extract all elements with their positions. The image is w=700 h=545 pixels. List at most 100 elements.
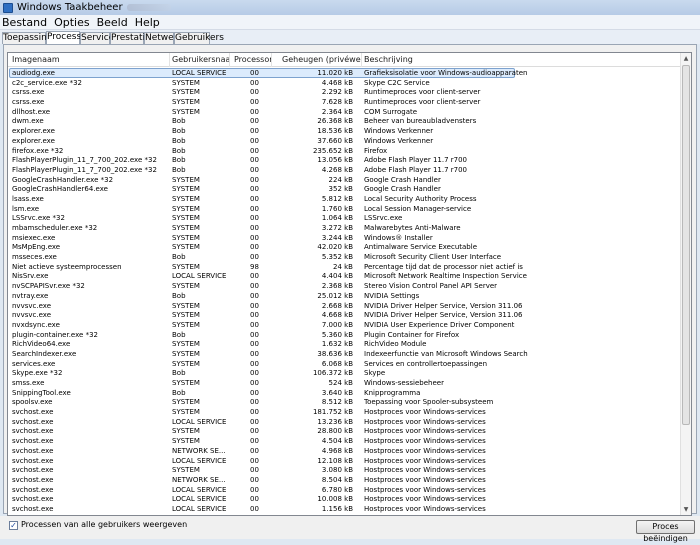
- process-list[interactable]: Imagenaam Gebruikersnaam Processor Geheu…: [7, 52, 692, 516]
- memory-value-cell: 4.668 kB: [321, 311, 353, 320]
- image-name-cell: plugin-container.exe *32: [12, 330, 98, 339]
- scroll-up-icon[interactable]: ▲: [681, 53, 691, 64]
- process-row[interactable]: svchost.exe LOCAL SERVICE 00 6.780 kB Hostpr…: [8, 485, 682, 495]
- column-processor[interactable]: Processor: [230, 53, 272, 67]
- image-name-cell: MsMpEng.exe: [12, 243, 61, 252]
- process-row[interactable]: nvSCPAPISvr.exe *32 SYSTEM 00 2.368 kB Stere…: [8, 281, 682, 291]
- process-row[interactable]: svchost.exe SYSTEM 00 181.752 kB Hostproces …: [8, 407, 682, 417]
- memory-value-cell: 224 kB: [328, 175, 353, 184]
- process-row[interactable]: svchost.exe SYSTEM 00 28.800 kB Hostproces v…: [8, 426, 682, 436]
- user-name-cell: SYSTEM: [172, 379, 200, 387]
- show-all-processes-checkbox[interactable]: ✓: [9, 521, 18, 530]
- process-row[interactable]: SnippingTool.exe Bob 00 3.640 kB Knipprogram…: [8, 388, 682, 398]
- process-row[interactable]: FlashPlayerPlugin_11_7_700_202.exe *32 Bo…: [8, 155, 682, 165]
- memory-value-cell: 4.968 kB: [321, 446, 353, 455]
- process-row[interactable]: FlashPlayerPlugin_11_7_700_202.exe *32 Bo…: [8, 165, 682, 175]
- process-row[interactable]: dllhost.exe SYSTEM 00 2.364 kB COM Surrogate: [8, 107, 682, 117]
- cpu-value-cell: 00: [250, 427, 259, 436]
- process-row[interactable]: nvtray.exe Bob 00 25.012 kB NVIDIA Settings: [8, 291, 682, 301]
- image-name-cell: SearchIndexer.exe: [12, 349, 77, 358]
- scroll-down-icon[interactable]: ▼: [681, 504, 691, 515]
- show-all-processes-label[interactable]: Processen van alle gebruikers weergeven: [21, 520, 187, 529]
- column-gebruikersnaam[interactable]: Gebruikersnaam: [170, 53, 230, 67]
- cpu-value-cell: 00: [250, 359, 259, 368]
- image-name-cell: LSSrvc.exe *32: [12, 214, 65, 223]
- column-beschrijving[interactable]: Beschrijving: [362, 53, 682, 67]
- process-row[interactable]: svchost.exe SYSTEM 00 3.080 kB Hostproces vo…: [8, 465, 682, 475]
- process-row[interactable]: lsm.exe SYSTEM 00 1.760 kB Local Session Man…: [8, 204, 682, 214]
- process-row[interactable]: explorer.exe Bob 00 18.536 kB Windows Verken…: [8, 126, 682, 136]
- menu-beeld[interactable]: Beeld: [95, 16, 133, 29]
- image-name-cell: firefox.exe *32: [12, 146, 64, 155]
- column-imagenaam[interactable]: Imagenaam: [8, 53, 170, 67]
- process-row[interactable]: c2c_service.exe *32 SYSTEM 00 4.468 kB Skype…: [8, 78, 682, 88]
- process-row[interactable]: svchost.exe NETWORK SE... 00 8.504 kB Hostpr…: [8, 475, 682, 485]
- tab-gebruikers[interactable]: Gebruikers: [174, 32, 224, 44]
- process-row[interactable]: svchost.exe LOCAL SERVICE 00 13.236 kB Hostp…: [8, 417, 682, 427]
- tab-netwerk[interactable]: Netwerk: [144, 32, 183, 44]
- process-row[interactable]: SearchIndexer.exe SYSTEM 00 38.636 kB Indexe…: [8, 349, 682, 359]
- process-row[interactable]: svchost.exe LOCAL SERVICE 00 12.108 kB Hostp…: [8, 456, 682, 466]
- menu-bestand[interactable]: Bestand: [0, 16, 52, 29]
- process-row[interactable]: LSSrvc.exe *32 SYSTEM 00 1.064 kB LSSrvc.exe: [8, 213, 682, 223]
- description-cell: Windows-sessiebeheer: [364, 379, 444, 387]
- process-row[interactable]: svchost.exe SYSTEM 00 4.504 kB Hostproces vo…: [8, 436, 682, 446]
- process-row[interactable]: msseces.exe Bob 00 5.352 kB Microsoft Securi…: [8, 252, 682, 262]
- process-row[interactable]: lsass.exe SYSTEM 00 5.812 kB Local Security …: [8, 194, 682, 204]
- memory-value-cell: 4.504 kB: [321, 437, 353, 446]
- process-row[interactable]: RichVideo64.exe SYSTEM 00 1.632 kB RichVideo…: [8, 339, 682, 349]
- process-row[interactable]: Skype.exe *32 Bob 00 106.372 kB Skype: [8, 368, 682, 378]
- process-row[interactable]: Niet actieve systeemprocessen SYSTEM 98 24 …: [8, 262, 682, 272]
- process-row[interactable]: csrss.exe SYSTEM 00 7.628 kB Runtimeproces v…: [8, 97, 682, 107]
- process-row[interactable]: GoogleCrashHandler64.exe SYSTEM 00 352 kB Go…: [8, 184, 682, 194]
- cpu-value-cell: 00: [250, 88, 259, 97]
- process-row[interactable]: services.exe SYSTEM 00 6.068 kB Services en …: [8, 359, 682, 369]
- process-row[interactable]: MsMpEng.exe SYSTEM 00 42.020 kB Antimalware …: [8, 242, 682, 252]
- process-row[interactable]: nvvsvc.exe SYSTEM 00 4.668 kB NVIDIA Driver …: [8, 310, 682, 320]
- tab-processen[interactable]: Processen: [46, 31, 92, 44]
- process-row[interactable]: msiexec.exe SYSTEM 00 3.244 kB Windows® Inst…: [8, 233, 682, 243]
- image-name-cell: svchost.exe: [12, 408, 54, 417]
- process-row[interactable]: svchost.exe LOCAL SERVICE 00 10.008 kB Hostp…: [8, 494, 682, 504]
- tab-services[interactable]: Services: [80, 32, 119, 44]
- cpu-value-cell: 00: [250, 165, 259, 174]
- process-row[interactable]: csrss.exe SYSTEM 00 2.292 kB Runtimeproces v…: [8, 87, 682, 97]
- end-process-button[interactable]: Proces beëindigen: [636, 520, 695, 543]
- menu-opties[interactable]: Opties: [52, 16, 95, 29]
- menu-help[interactable]: Help: [133, 16, 165, 29]
- process-row[interactable]: NisSrv.exe LOCAL SERVICE 00 4.404 kB Microso…: [8, 271, 682, 281]
- image-name-cell: explorer.exe: [12, 136, 55, 145]
- process-row[interactable]: firefox.exe *32 Bob 00 235.652 kB Firefox: [8, 146, 682, 156]
- user-name-cell: LOCAL SERVICE: [172, 485, 227, 494]
- process-row[interactable]: svchost.exe LOCAL SERVICE 00 1.156 kB Hostpr…: [8, 504, 682, 514]
- process-row[interactable]: explorer.exe Bob 00 37.660 kB Windows Verken…: [8, 136, 682, 146]
- process-row[interactable]: dwm.exe Bob 00 26.368 kB Beheer van bureaubl…: [8, 116, 682, 126]
- vertical-scrollbar[interactable]: ▲ ▼: [680, 53, 691, 515]
- process-row[interactable]: nvvsvc.exe SYSTEM 00 2.668 kB NVIDIA Driver …: [8, 301, 682, 311]
- memory-value-cell: 3.244 kB: [321, 233, 353, 242]
- memory-value-cell: 1.156 kB: [321, 504, 353, 513]
- user-name-cell: Bob: [172, 330, 186, 339]
- scroll-thumb[interactable]: [682, 65, 690, 425]
- description-cell: Windows® Installer: [364, 233, 433, 242]
- memory-value-cell: 6.068 kB: [321, 359, 353, 368]
- process-row[interactable]: smss.exe SYSTEM 00 524 kB Windows-sessiebehe…: [8, 378, 682, 388]
- process-row[interactable]: nvxdsync.exe SYSTEM 00 7.000 kB NVIDIA User …: [8, 320, 682, 330]
- process-row[interactable]: audiodg.exe LOCAL SERVICE 00 11.020 kB Grafi…: [8, 68, 682, 78]
- image-name-cell: nvtray.exe: [12, 291, 49, 300]
- tab-toepassingen[interactable]: Toepassingen: [2, 32, 64, 44]
- process-row[interactable]: mbamscheduler.exe *32 SYSTEM 00 3.272 kB Mal…: [8, 223, 682, 233]
- cpu-value-cell: 00: [250, 456, 259, 465]
- description-cell: NVIDIA Driver Helper Service, Version 31…: [364, 301, 523, 310]
- process-row[interactable]: GoogleCrashHandler.exe *32 SYSTEM 00 224 kB…: [8, 175, 682, 185]
- process-row[interactable]: svchost.exe NETWORK SE... 00 4.968 kB Hostpr…: [8, 446, 682, 456]
- tab-prestaties[interactable]: Prestaties: [110, 32, 155, 44]
- memory-value-cell: 5.360 kB: [321, 330, 353, 339]
- column-geheugen[interactable]: Geheugen (privéwerkset): [272, 53, 362, 67]
- process-row[interactable]: spoolsv.exe SYSTEM 00 8.512 kB Toepassing vo…: [8, 397, 682, 407]
- process-row[interactable]: plugin-container.exe *32 Bob 00 5.360 kB Plu…: [8, 330, 682, 340]
- image-name-cell: smss.exe: [12, 379, 45, 387]
- cpu-value-cell: 00: [250, 272, 259, 281]
- description-cell: Hostproces voor Windows-services: [364, 417, 486, 426]
- image-name-cell: Niet actieve systeemprocessen: [12, 262, 122, 271]
